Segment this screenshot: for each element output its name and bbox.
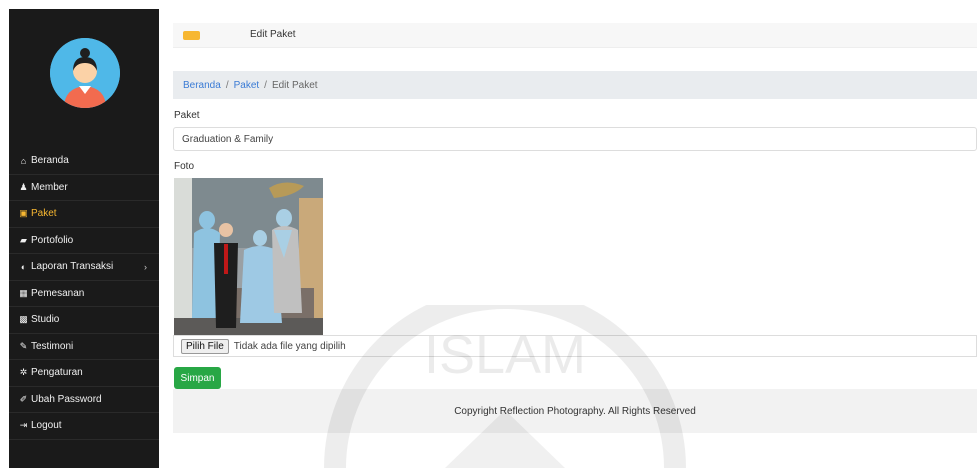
sidebar-item-pengaturan[interactable]: ✲ Pengaturan [9, 360, 159, 387]
breadcrumb-current: Edit Paket [271, 79, 318, 91]
calendar-icon: ▦ [19, 287, 28, 298]
breadcrumb-separator: / [225, 79, 229, 91]
globe-icon: ◐ [20, 261, 27, 272]
sidebar-item-ubah-password[interactable]: ✐ Ubah Password [9, 387, 159, 413]
paket-input-value: Graduation & Family [182, 133, 274, 145]
choose-file-button[interactable]: Pilih File [181, 338, 229, 354]
sidebar-item-label: Paket [31, 208, 57, 220]
paket-label: Paket [174, 110, 200, 121]
file-input[interactable]: Pilih File Tidak ada file yang dipilih [173, 335, 977, 357]
breadcrumb: Beranda / Paket / Edit Paket [173, 71, 977, 99]
logout-icon: ⇥ [19, 420, 28, 431]
sidebar-item-paket[interactable]: ▣ Paket [9, 201, 159, 228]
pencil-icon: ✎ [19, 340, 28, 351]
gear-icon: ✲ [19, 367, 28, 378]
footer-copyright: Copyright Reflection Photography. All Ri… [454, 405, 696, 417]
user-avatar-icon [50, 38, 120, 108]
breadcrumb-home-link[interactable]: Beranda [183, 80, 221, 91]
sidebar-item-member[interactable]: ♟ Member [9, 175, 159, 201]
paket-photo [174, 178, 323, 335]
file-status-text: Tidak ada file yang dipilih [233, 340, 346, 352]
sidebar-item-beranda[interactable]: ⌂ Beranda [9, 148, 159, 175]
sidebar-item-label: Testimoni [31, 340, 74, 352]
top-navbar: Edit Paket [173, 23, 977, 48]
home-icon: ⌂ [20, 155, 27, 166]
user-icon: ♟ [19, 181, 28, 192]
sidebar-item-label: Member [31, 181, 68, 193]
sidebar-item-label: Logout [31, 420, 62, 432]
chevron-right-icon: › [144, 261, 147, 272]
foto-label: Foto [174, 161, 195, 172]
image-icon: ▣ [19, 208, 28, 219]
breadcrumb-paket-link[interactable]: Paket [234, 80, 260, 91]
paket-input[interactable]: Graduation & Family [173, 127, 977, 151]
breadcrumb-separator: / [264, 79, 267, 91]
university-seal-watermark: ISLAM [324, 305, 686, 468]
sidebar-item-label: Laporan Transaksi [31, 261, 114, 273]
book-icon: ▰ [20, 234, 27, 245]
sidebar-item-portofolio[interactable]: ▰ Portofolio [9, 228, 159, 254]
sidebar-item-logout[interactable]: ⇥ Logout [9, 413, 159, 440]
sidebar-item-testimoni[interactable]: ✎ Testimoni [9, 334, 159, 360]
footer: Copyright Reflection Photography. All Ri… [173, 389, 977, 433]
sidebar-item-pemesanan[interactable]: ▦ Pemesanan [9, 281, 159, 307]
sidebar-item-label: Pengaturan [31, 367, 83, 379]
sidebar-item-label: Beranda [31, 155, 69, 167]
edit-icon: ✐ [19, 393, 28, 404]
photo-icon: ▩ [19, 314, 28, 325]
sidebar-item-label: Pemesanan [31, 287, 85, 299]
sidebar-item-laporan-transaksi[interactable]: ◐ Laporan Transaksi › [9, 254, 159, 281]
sidebar-toggle-button[interactable] [183, 31, 200, 40]
sidebar-item-studio[interactable]: ▩ Studio [9, 307, 159, 334]
sidebar: ⌂ Beranda ♟ Member ▣ Paket ▰ Portofolio ◐ Lap… [9, 9, 159, 468]
sidebar-item-label: Ubah Password [31, 393, 102, 405]
save-button[interactable]: Simpan [174, 367, 221, 389]
sidebar-item-label: Portofolio [31, 234, 74, 246]
sidebar-menu: ⌂ Beranda ♟ Member ▣ Paket ▰ Portofolio ◐ Lap… [9, 148, 159, 440]
sidebar-item-label: Studio [31, 314, 60, 326]
page-title: Edit Paket [250, 29, 296, 40]
